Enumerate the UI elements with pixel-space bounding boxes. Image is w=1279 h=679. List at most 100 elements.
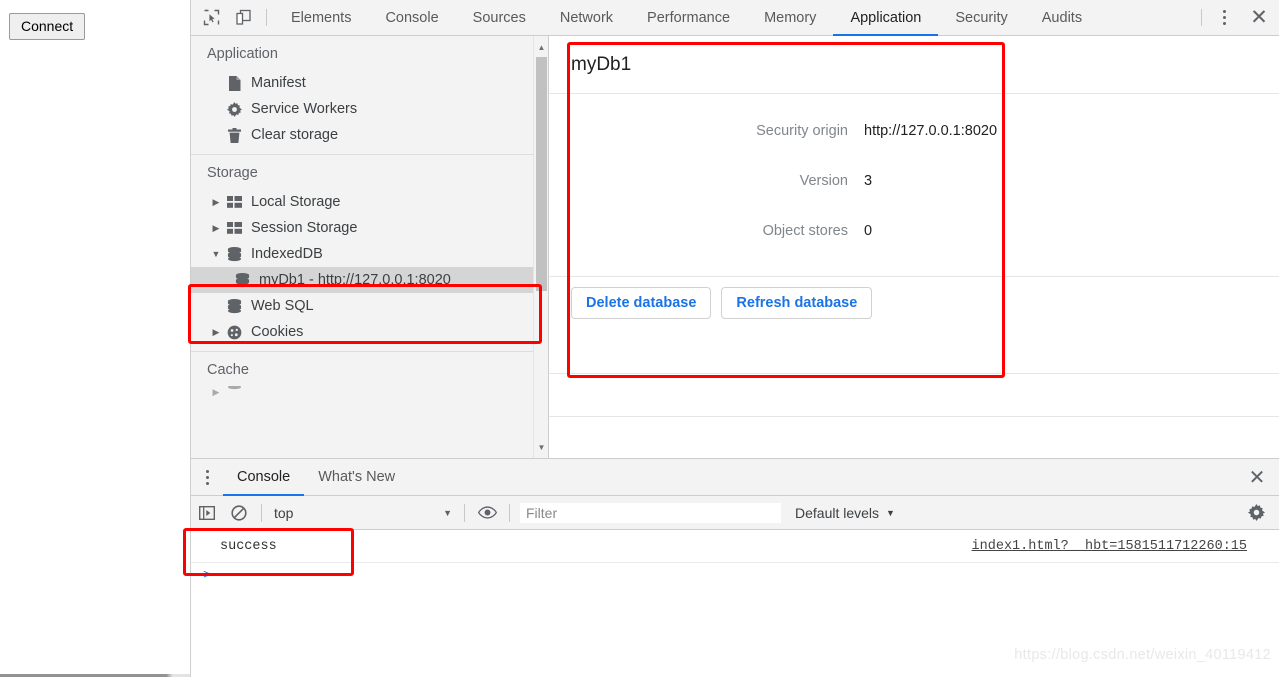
sidebar-item-label: IndexedDB <box>251 246 323 262</box>
toolbar-divider <box>266 9 267 26</box>
log-levels-label: Default levels <box>795 504 880 521</box>
application-panel: Application ▶ Manifest ▶ Service Workers <box>191 36 1279 458</box>
console-message-row[interactable]: success index1.html?__hbt=1581511712260:… <box>191 530 1279 563</box>
watermark: https://blog.csdn.net/weixin_40119412 <box>1014 647 1271 663</box>
tab-sources[interactable]: Sources <box>456 0 543 35</box>
sidebar-section-application: Application <box>207 46 278 62</box>
scroll-up-arrow-icon[interactable]: ▲ <box>534 39 548 55</box>
field-value: 3 <box>864 173 873 189</box>
field-version: Version 3 <box>549 169 1279 193</box>
refresh-database-button[interactable]: Refresh database <box>721 287 873 319</box>
sidebar-section-cache: Cache <box>207 362 249 378</box>
sidebar-item-label: Cookies <box>251 324 304 340</box>
toolbar-divider-right <box>1201 9 1202 26</box>
tab-console[interactable]: Console <box>368 0 455 35</box>
field-value: 0 <box>864 223 873 239</box>
execution-context-label: top <box>274 504 294 521</box>
trash-icon <box>223 127 245 143</box>
toolbar-divider <box>464 503 465 522</box>
console-message-source-link[interactable]: index1.html?__hbt=1581511712260:15 <box>972 539 1247 554</box>
database-title: myDb1 <box>571 53 632 75</box>
tab-security[interactable]: Security <box>938 0 1024 35</box>
database-actions: Delete database Refresh database <box>549 267 1279 319</box>
sidebar-item-mydb1[interactable]: myDb1 - http://127.0.0.1:8020 <box>191 267 548 293</box>
scroll-down-arrow-icon[interactable]: ▼ <box>534 439 548 455</box>
field-object-stores: Object stores 0 <box>549 219 1279 243</box>
toolbar-divider <box>261 503 262 522</box>
drawer-tabbar: Console What's New ✕ <box>191 459 1279 496</box>
sidebar-item-label: Manifest <box>251 75 306 91</box>
database-icon <box>223 386 245 398</box>
database-fields: Security origin http://127.0.0.1:8020 Ve… <box>549 93 1279 267</box>
gear-icon <box>223 101 245 117</box>
sidebar-item-label: Local Storage <box>251 194 341 210</box>
sidebar-item-manifest[interactable]: ▶ Manifest <box>191 70 548 96</box>
sidebar-item-indexeddb[interactable]: ▼ IndexedDB <box>191 241 548 267</box>
drawer-tab-console[interactable]: Console <box>223 459 305 496</box>
sidebar-item-local-storage[interactable]: ▶ Local Storage <box>191 189 548 215</box>
tab-elements[interactable]: Elements <box>274 0 368 35</box>
console-filter-input[interactable] <box>520 502 781 523</box>
database-icon <box>223 246 245 262</box>
connect-button[interactable]: Connect <box>9 13 86 40</box>
database-icon <box>231 272 253 288</box>
tab-application[interactable]: Application <box>833 0 939 36</box>
table-icon <box>223 196 245 208</box>
sidebar-item-web-sql[interactable]: ▶ Web SQL <box>191 293 548 319</box>
scrollbar-thumb[interactable] <box>536 57 547 291</box>
console-message-text: success <box>220 538 277 554</box>
application-sidebar: Application ▶ Manifest ▶ Service Workers <box>191 36 549 458</box>
device-toolbar-icon[interactable] <box>227 0 259 35</box>
tab-audits[interactable]: Audits <box>1025 0 1099 35</box>
disclosure-triangle-collapsed-icon[interactable]: ▶ <box>209 387 223 397</box>
sidebar-item-clear-storage[interactable]: ▶ Clear storage <box>191 122 548 148</box>
tab-network[interactable]: Network <box>543 0 630 35</box>
inspect-element-icon[interactable] <box>195 0 227 35</box>
log-levels-dropdown[interactable]: Default levels ▼ <box>795 505 895 521</box>
sidebar-item-label: Service Workers <box>251 101 358 117</box>
drawer-tab-whats-new[interactable]: What's New <box>304 459 409 495</box>
field-label: Object stores <box>762 223 848 239</box>
sidebar-scrollbar[interactable]: ▲ ▼ <box>533 36 548 458</box>
sidebar-item-label: Session Storage <box>251 220 358 236</box>
chevron-down-icon: ▼ <box>886 507 895 518</box>
disclosure-triangle-collapsed-icon[interactable]: ▶ <box>209 197 223 207</box>
disclosure-triangle-expanded-icon[interactable]: ▼ <box>209 249 223 259</box>
console-toolbar: top ▼ Default levels ▼ <box>191 496 1279 530</box>
field-label: Security origin <box>756 123 848 139</box>
execution-context-selector[interactable]: top ▼ <box>268 505 458 521</box>
more-options-icon[interactable] <box>1209 0 1239 35</box>
delete-database-button[interactable]: Delete database <box>571 287 712 319</box>
panel-tabs: Elements Console Sources Network Perform… <box>274 0 1099 36</box>
document-icon <box>223 75 245 91</box>
gear-icon[interactable] <box>1233 504 1279 521</box>
disclosure-triangle-collapsed-icon[interactable]: ▶ <box>209 327 223 337</box>
tab-memory[interactable]: Memory <box>747 0 833 35</box>
database-icon <box>223 298 245 314</box>
tab-performance[interactable]: Performance <box>630 0 747 35</box>
field-value: http://127.0.0.1:8020 <box>864 123 998 139</box>
close-icon[interactable]: ✕ <box>1239 0 1279 35</box>
sidebar-item-session-storage[interactable]: ▶ Session Storage <box>191 215 548 241</box>
devtools-toolbar: Elements Console Sources Network Perform… <box>191 0 1279 36</box>
more-options-icon[interactable] <box>191 459 223 495</box>
chevron-down-icon: ▼ <box>443 507 452 518</box>
sidebar-item-cookies[interactable]: ▶ Cookies <box>191 319 548 345</box>
live-expression-icon[interactable] <box>471 506 503 519</box>
sidebar-item-cache-storage-partial[interactable]: ▶ <box>191 386 548 398</box>
sidebar-item-label: myDb1 - http://127.0.0.1:8020 <box>259 272 451 288</box>
sidebar-item-label: Web SQL <box>251 298 314 314</box>
console-prompt[interactable]: > <box>191 563 1279 589</box>
close-icon[interactable]: ✕ <box>1235 459 1279 495</box>
sidebar-item-service-workers[interactable]: ▶ Service Workers <box>191 96 548 122</box>
web-page-area: Connect <box>0 0 640 677</box>
console-sidebar-icon[interactable] <box>191 505 223 520</box>
toolbar-right-controls: ✕ <box>1194 0 1279 35</box>
toolbar-divider <box>509 503 510 522</box>
devtools-window: Elements Console Sources Network Perform… <box>190 0 1279 679</box>
disclosure-triangle-collapsed-icon[interactable]: ▶ <box>209 223 223 233</box>
field-label: Version <box>799 173 848 189</box>
clear-console-icon[interactable] <box>223 504 255 521</box>
prompt-caret-icon: > <box>203 568 212 584</box>
cookie-icon <box>223 325 245 340</box>
